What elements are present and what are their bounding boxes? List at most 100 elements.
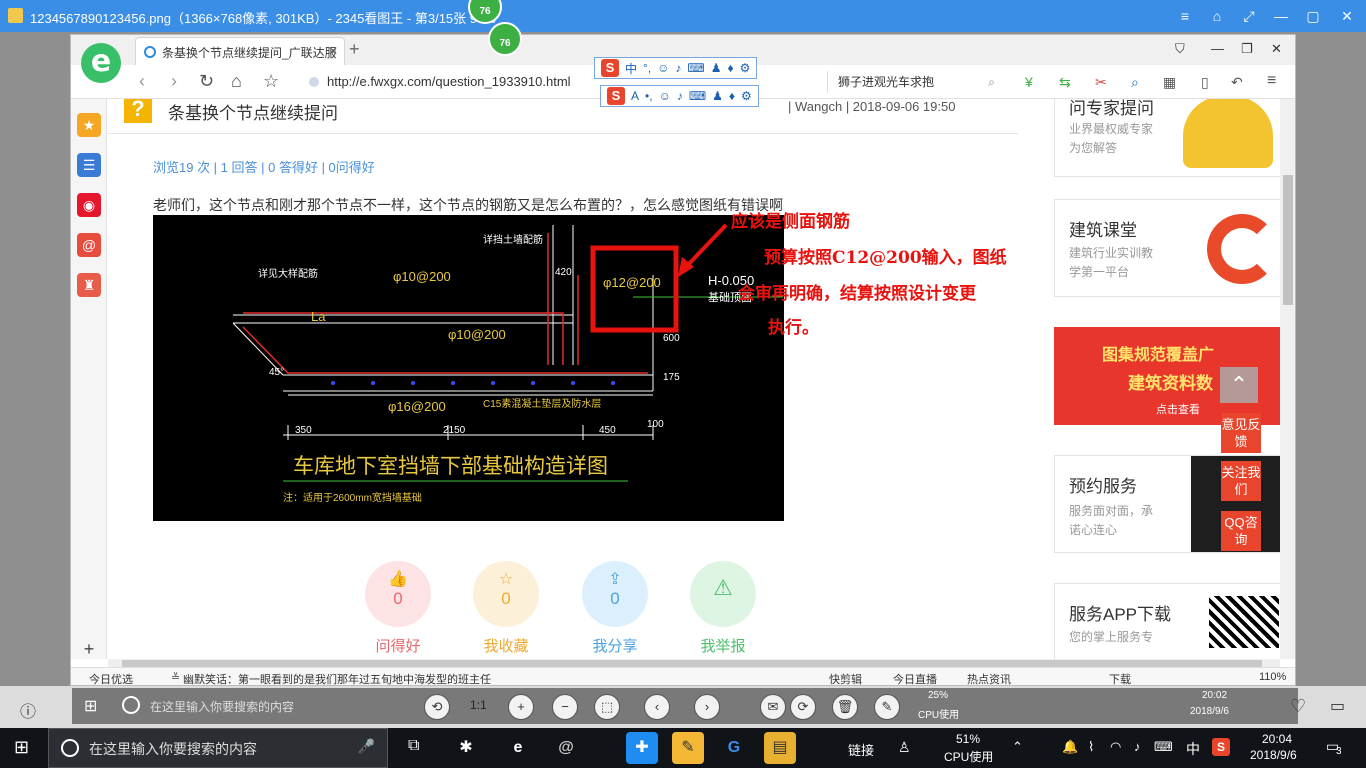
keyboard-icon[interactable]: ⌨	[689, 89, 706, 103]
skin-button[interactable]: ⌂	[1206, 6, 1228, 26]
user-icon[interactable]: ♟	[712, 89, 723, 103]
app-plus-icon[interactable]: ✚	[626, 732, 658, 764]
new-tab-button[interactable]: +	[349, 39, 360, 60]
pinwheel-app-icon[interactable]: ✱	[450, 732, 482, 764]
browser-menu-icon[interactable]: ≡	[1267, 72, 1276, 90]
rotate-right-button[interactable]: ⟳	[790, 694, 816, 720]
download-item[interactable]: 下载	[1109, 671, 1131, 685]
tools-icon[interactable]: ⚙	[741, 89, 752, 103]
ime-indicator[interactable]: 中	[1186, 739, 1200, 759]
emoji-icon[interactable]: ☺	[657, 61, 669, 75]
scissors-icon[interactable]: ✂	[1095, 74, 1107, 91]
follow-us-button[interactable]: 关注我们	[1221, 461, 1261, 501]
vertical-scrollbar[interactable]	[1280, 99, 1295, 659]
home-icon[interactable]: ⌂	[231, 71, 242, 92]
card-ask-expert[interactable]: 问专家提问 业界最权威专家 为您解答	[1054, 99, 1280, 177]
sogou-tray-icon[interactable]: S	[1212, 738, 1230, 756]
qq-consult-button[interactable]: QQ咨询	[1221, 511, 1261, 551]
delete-button[interactable]: 🗑	[832, 694, 858, 720]
browser-restore-button[interactable]: ❐	[1241, 41, 1253, 57]
phone-icon[interactable]: ▯	[1201, 74, 1209, 91]
back-to-top-button[interactable]: ⌃	[1220, 367, 1258, 403]
crop-button[interactable]: ⬚	[594, 694, 620, 720]
search-icon[interactable]: ⌕	[988, 71, 995, 93]
maximize-button[interactable]: ▢	[1302, 6, 1324, 26]
zoom-level[interactable]: 110%	[1259, 671, 1286, 683]
punct-icon[interactable]: °,	[643, 61, 651, 75]
skin-icon[interactable]: ♦	[728, 61, 734, 75]
keyboard-icon[interactable]: ⌨	[687, 61, 704, 75]
reader-icon[interactable]: ☰	[77, 153, 101, 177]
tab-close-icon[interactable]: ✕	[328, 44, 338, 58]
hot-news-item[interactable]: 热点资讯	[967, 671, 1011, 685]
back-icon[interactable]: ‹	[139, 71, 145, 92]
game-icon[interactable]: ♜	[77, 273, 101, 297]
undo-icon[interactable]: ↶	[1231, 74, 1243, 91]
rotate-left-button[interactable]: ⟲	[424, 694, 450, 720]
author-date[interactable]: Wangch | 2018-09-06 19:50	[795, 99, 955, 114]
ime-toolbar[interactable]: S 中 °, ☺ ♪ ⌨ ♟ ♦ ⚙	[594, 57, 758, 79]
card-app-download[interactable]: 服务APP下载 您的掌上服务专	[1054, 583, 1280, 659]
good-question-button[interactable]: 👍 0 问得好	[365, 561, 431, 656]
people-icon[interactable]: ♙	[898, 739, 911, 756]
clock-date[interactable]: 2018/9/6	[1250, 748, 1297, 762]
volume-icon[interactable]: ♪	[1134, 739, 1141, 754]
news-ticker[interactable]: 幽默笑话：第一眼看到的是我们那年过五旬地中海发型的班主任	[183, 671, 491, 685]
menu-button[interactable]: ≡	[1174, 6, 1196, 26]
feedback-button[interactable]: 意见反馈	[1221, 413, 1261, 453]
notification-bell-icon[interactable]: 🔔	[1062, 739, 1078, 755]
add-sidebar-icon[interactable]: +	[77, 637, 101, 661]
email-icon[interactable]: @	[77, 233, 101, 257]
browser-close-button[interactable]: ✕	[1271, 41, 1282, 57]
weibo-icon[interactable]: ◉	[77, 193, 101, 217]
swirl-app-icon[interactable]: @	[550, 732, 582, 764]
image-viewer-app-icon[interactable]: ▤	[764, 732, 796, 764]
tray-chevron-icon[interactable]: ⌃	[1012, 739, 1023, 755]
notes-app-icon[interactable]: ✎	[672, 732, 704, 764]
translate-icon[interactable]: ⇆	[1059, 74, 1071, 91]
minimize-button[interactable]: —	[1270, 6, 1292, 26]
close-button[interactable]: ✕	[1336, 6, 1358, 26]
expand-icon[interactable]: ≚	[171, 671, 180, 684]
ime-toolbar-2[interactable]: S A •, ☺ ♪ ⌨ ♟ ♦ ⚙	[600, 85, 759, 107]
fullscreen-button[interactable]: ⤢	[1238, 6, 1260, 26]
today-picks[interactable]: 今日优选	[89, 671, 133, 685]
zoom-in-button[interactable]: +	[508, 694, 534, 720]
money-icon[interactable]: ¥	[1025, 74, 1033, 90]
report-button[interactable]: ⚠ 我举报	[690, 561, 756, 656]
user-icon[interactable]: ♟	[711, 61, 722, 75]
taskbar-search[interactable]: 在这里输入你要搜索的内容 🎤	[48, 728, 388, 768]
speed-ball-badge-2[interactable]: 76	[488, 22, 522, 56]
ime-mode[interactable]: A	[631, 89, 639, 103]
collect-button[interactable]: ☆ 0 我收藏	[473, 561, 539, 656]
share-button[interactable]: ⇪ 0 我分享	[582, 561, 648, 656]
punct-icon[interactable]: •,	[645, 89, 653, 103]
g-app-icon[interactable]: G	[718, 732, 750, 764]
microphone-icon[interactable]: 🎤	[358, 738, 375, 755]
emoji-icon[interactable]: ☺	[659, 89, 671, 103]
task-view-icon[interactable]: ⧉	[408, 737, 419, 755]
refresh-icon[interactable]: ↻	[199, 71, 214, 92]
clock-time[interactable]: 20:04	[1262, 732, 1292, 746]
skin-icon[interactable]: ♦	[729, 89, 735, 103]
clothes-icon[interactable]: ⛉	[1175, 41, 1185, 57]
card-building-class[interactable]: 建筑课堂 建筑行业实训教 学第一平台	[1054, 199, 1280, 297]
favorite-star-icon[interactable]: ☆	[263, 71, 279, 92]
ie-browser-icon[interactable]: e	[502, 732, 534, 764]
folder-icon[interactable]: ▭	[1330, 696, 1345, 716]
apps-icon[interactable]: ▦	[1163, 74, 1176, 91]
mic-icon[interactable]: ♪	[675, 61, 681, 75]
prev-image-button[interactable]: ‹	[644, 694, 670, 720]
next-image-button[interactable]: ›	[694, 694, 720, 720]
card-atlas-banner[interactable]: 图集规范覆盖广 建筑资料数 点击查看 ⌃	[1054, 327, 1280, 425]
browser-minimize-button[interactable]: —	[1211, 41, 1224, 56]
quick-edit-item[interactable]: 快剪辑	[829, 671, 862, 685]
wifi-icon[interactable]: ◠	[1110, 739, 1121, 755]
keyboard-tray-icon[interactable]: ⌨	[1154, 739, 1173, 755]
info-icon[interactable]: ⓘ	[20, 698, 36, 722]
zoom-icon[interactable]: ⌕	[1131, 74, 1139, 91]
live-item[interactable]: 今日直播	[893, 671, 937, 685]
windows-start-icon[interactable]: ⊞	[14, 737, 29, 758]
tools-icon[interactable]: ⚙	[740, 61, 751, 75]
edit-button[interactable]: ✎	[874, 694, 900, 720]
